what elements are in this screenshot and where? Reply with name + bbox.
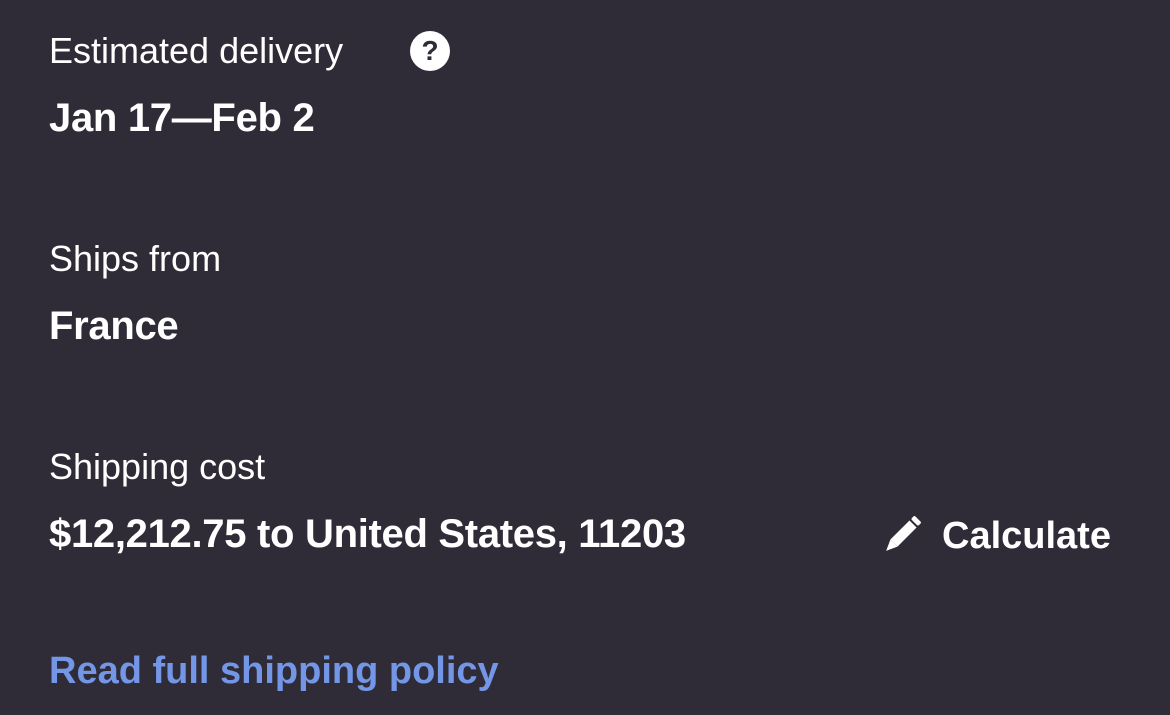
read-shipping-policy-link[interactable]: Read full shipping policy bbox=[49, 652, 499, 690]
estimated-delivery-label: Estimated delivery bbox=[49, 30, 344, 71]
ships-from-value: France bbox=[49, 304, 179, 348]
ships-from-label: Ships from bbox=[49, 238, 222, 279]
calculate-button[interactable]: Calculate bbox=[876, 508, 1111, 564]
estimated-delivery-value: Jan 17—Feb 2 bbox=[49, 96, 315, 140]
shipping-cost-label: Shipping cost bbox=[49, 446, 266, 487]
calculate-label: Calculate bbox=[942, 515, 1111, 557]
shipping-info-panel: Estimated delivery ? Jan 17—Feb 2 Ships … bbox=[0, 0, 1170, 715]
question-mark-circle-icon[interactable]: ? bbox=[410, 31, 450, 71]
pencil-icon bbox=[886, 516, 921, 551]
shipping-cost-value: $12,212.75 to United States, 11203 bbox=[49, 512, 686, 556]
